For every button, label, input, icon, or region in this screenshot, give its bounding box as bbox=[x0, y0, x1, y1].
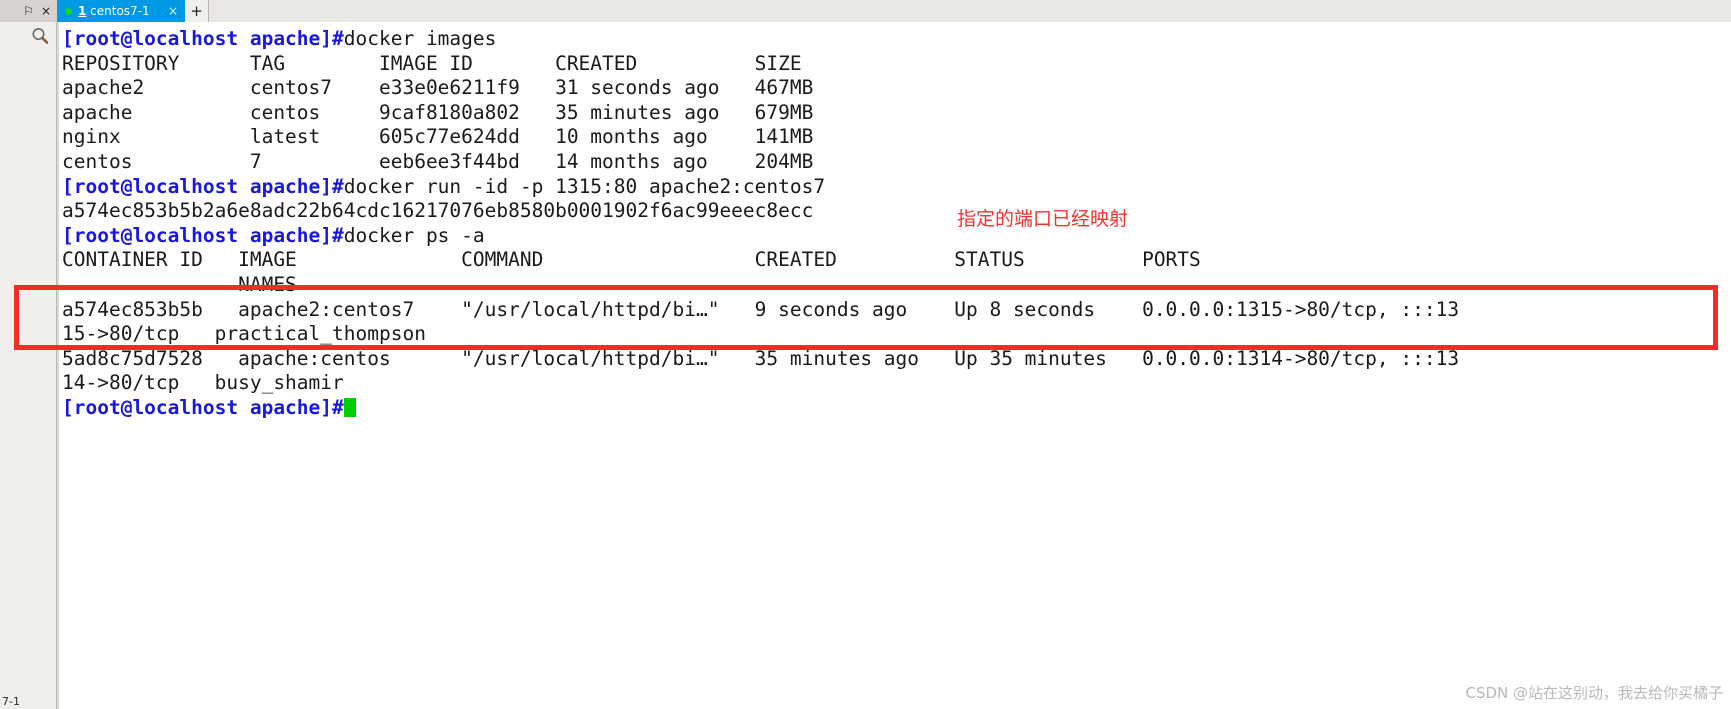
terminal-line: [root@localhost apache]#docker run -id -… bbox=[59, 175, 1731, 200]
tab-bar: ⚐ × 1 centos7-1 × + bbox=[0, 0, 1731, 22]
terminal-output-line: nginx latest 605c77e624dd 10 months ago … bbox=[62, 125, 814, 149]
shell-command: docker images bbox=[343, 27, 497, 50]
terminal-output-line: a574ec853b5b apache2:centos7 "/usr/local… bbox=[62, 297, 1460, 321]
tab-label: 1 centos7-1 bbox=[78, 4, 150, 18]
tab-name: centos7-1 bbox=[86, 4, 150, 18]
terminal-line: [root@localhost apache]# bbox=[59, 396, 1731, 421]
terminal-output-line: CONTAINER ID IMAGE COMMAND CREATED STATU… bbox=[62, 248, 1201, 272]
terminal-output-line: apache centos 9caf8180a802 35 minutes ag… bbox=[62, 100, 814, 124]
terminal-cursor bbox=[343, 397, 356, 417]
terminal-output-line: apache2 centos7 e33e0e6211f9 31 seconds … bbox=[62, 76, 814, 100]
terminal-output-line: a574ec853b5b2a6e8adc22b64cdc16217076eb85… bbox=[62, 199, 814, 223]
terminal-line: [root@localhost apache]#docker ps -a bbox=[59, 224, 1731, 249]
shell-prompt: [root@localhost apache]# bbox=[62, 223, 344, 247]
tab-bar-empty-space bbox=[209, 0, 1731, 22]
terminal-window: ⚐ × 1 centos7-1 × + 7-1 [root@localhost … bbox=[0, 0, 1731, 709]
annotation-text: 指定的端口已经映射 bbox=[957, 208, 1129, 230]
sidebar: 7-1 bbox=[0, 22, 57, 709]
terminal-output-line: NAMES bbox=[62, 272, 297, 296]
close-icon[interactable]: × bbox=[41, 5, 51, 17]
tab-close-icon[interactable]: × bbox=[160, 4, 178, 18]
shell-prompt: [root@localhost apache]# bbox=[62, 27, 344, 50]
terminal-output-line: centos 7 eeb6ee3f44bd 14 months ago 204M… bbox=[62, 149, 814, 173]
terminal-output-line: 15->80/tcp practical_thompson bbox=[62, 322, 426, 346]
shell-prompt: [root@localhost apache]# bbox=[62, 174, 344, 198]
tab-centos7-1[interactable]: 1 centos7-1 × bbox=[57, 0, 185, 22]
shell-prompt: [root@localhost apache]# bbox=[62, 395, 344, 419]
terminal-output-line: REPOSITORY TAG IMAGE ID CREATED SIZE bbox=[62, 51, 802, 75]
terminal-output-line: 5ad8c75d7528 apache:centos "/usr/local/h… bbox=[62, 346, 1460, 370]
new-tab-button[interactable]: + bbox=[185, 0, 209, 22]
shell-command: docker run -id -p 1315:80 apache2:centos… bbox=[343, 174, 826, 198]
terminal-line: [root@localhost apache]#docker images bbox=[59, 27, 1731, 52]
shell-command: docker ps -a bbox=[343, 223, 485, 247]
sidebar-bottom-label: 7-1 bbox=[2, 695, 20, 708]
search-icon[interactable] bbox=[30, 26, 50, 46]
terminal-output[interactable]: [root@localhost apache]#docker images REP… bbox=[59, 22, 1731, 709]
terminal-lines: [root@localhost apache]#docker images REP… bbox=[59, 27, 1731, 421]
tab-status-dot bbox=[65, 7, 72, 15]
window-controls: ⚐ × bbox=[0, 0, 57, 22]
pin-icon[interactable]: ⚐ bbox=[23, 5, 34, 17]
terminal-output-line: 14->80/tcp busy_shamir bbox=[62, 371, 344, 395]
watermark: CSDN @站在这别动，我去给你买橘子 bbox=[1465, 684, 1723, 702]
